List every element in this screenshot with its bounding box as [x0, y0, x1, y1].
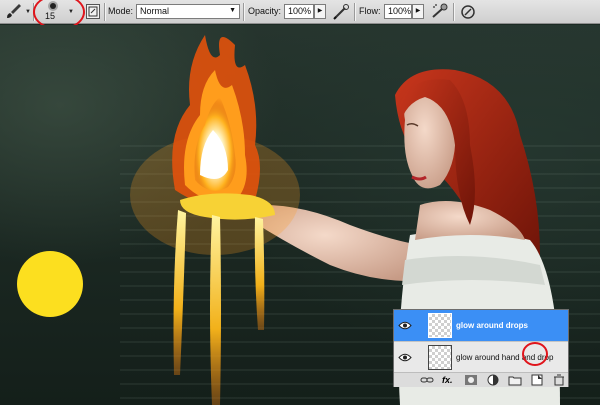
pressure-size-icon[interactable] [458, 2, 478, 22]
separator [243, 3, 244, 21]
layer-name: glow around drops [456, 321, 528, 330]
visibility-eye-icon[interactable] [398, 352, 412, 363]
separator [354, 3, 355, 21]
flow-slider-arrow-icon[interactable]: ▶ [412, 4, 424, 19]
opacity-slider-arrow-icon[interactable]: ▶ [314, 4, 326, 19]
adjustment-icon[interactable] [486, 374, 500, 386]
opacity-value: 100% [288, 6, 312, 16]
opacity-input[interactable]: 100% [284, 4, 314, 19]
flow-value: 100% [388, 6, 412, 16]
yellow-circle-annotation [17, 251, 83, 317]
pressure-opacity-icon[interactable] [331, 2, 351, 22]
mask-icon[interactable] [464, 374, 478, 386]
airbrush-icon[interactable] [429, 2, 449, 22]
mode-value: Normal [140, 6, 170, 16]
highlight-ring [522, 342, 548, 366]
link-icon[interactable] [420, 374, 434, 386]
mode-select[interactable]: Normal ▼ [136, 4, 240, 19]
trash-icon[interactable] [552, 374, 566, 386]
mode-label: Mode: [108, 6, 134, 16]
folder-icon[interactable] [508, 374, 522, 386]
layer-thumbnail [428, 345, 452, 370]
new-layer-icon[interactable] [530, 374, 544, 386]
fx-icon[interactable]: fx. [442, 374, 456, 386]
flow-label: Flow: [359, 6, 381, 16]
separator [104, 3, 105, 21]
brush-panel-toggle-icon[interactable] [86, 4, 100, 19]
chevron-down-icon: ▼ [229, 7, 236, 14]
opacity-label: Opacity: [248, 6, 282, 16]
tool-preset-arrow-icon[interactable]: ▼ [25, 9, 31, 15]
options-bar: ▼ 15 ▼ Mode: Normal ▼ Opacity: 100% ▶ Fl… [0, 0, 600, 30]
document-canvas[interactable]: glow around drops glow around hand and d… [0, 25, 600, 405]
layers-panel-footer: fx. [394, 372, 568, 387]
separator [453, 3, 454, 21]
visibility-eye-icon[interactable] [398, 320, 412, 331]
layer-thumbnail [428, 313, 452, 338]
flow-input[interactable]: 100% [384, 4, 412, 19]
brush-tool-icon[interactable] [4, 2, 24, 22]
layer-row-selected[interactable]: glow around drops [394, 310, 568, 341]
